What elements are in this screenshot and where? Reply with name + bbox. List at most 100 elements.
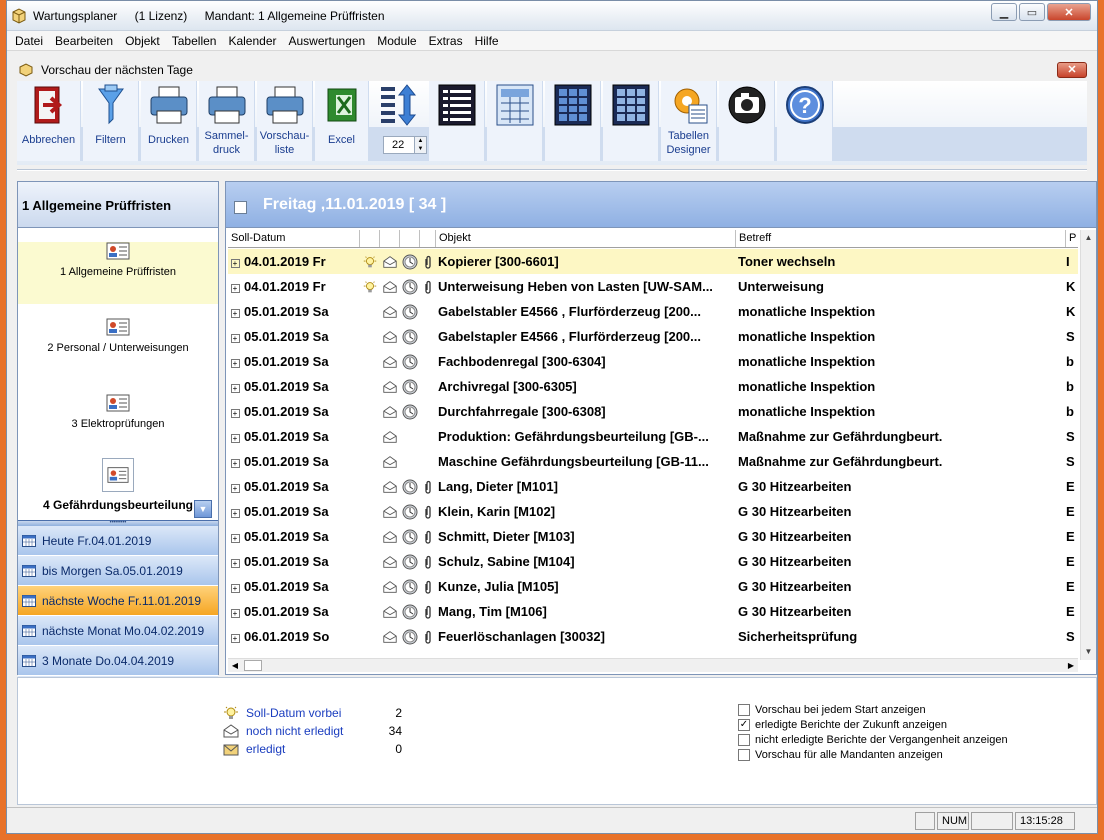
scroll-right-icon[interactable]: ▶ — [1064, 659, 1078, 672]
scroll-thumb[interactable] — [244, 660, 262, 671]
table-row[interactable]: +05.01.2019 Sa Kunze, Julia [M105] G 30 Hi… — [228, 574, 1078, 599]
grid-view-button[interactable] — [487, 81, 543, 161]
option-checkbox[interactable] — [738, 748, 750, 761]
column-header-icon-1[interactable] — [360, 230, 380, 247]
menu-kalender[interactable]: Kalender — [222, 34, 282, 48]
row-expander[interactable]: + — [228, 404, 242, 419]
help-button[interactable]: ? — [777, 81, 833, 161]
table-row-partial[interactable] — [228, 649, 1078, 657]
date-filter-3-monate[interactable]: 3 Monate Do.04.04.2019 — [18, 646, 218, 676]
row-expander[interactable]: + — [228, 429, 242, 444]
scroll-up-icon[interactable]: ▲ — [1081, 230, 1096, 246]
option-item[interactable]: Vorschau für alle Mandanten anzeigen — [738, 747, 1008, 762]
expand-icon[interactable]: + — [230, 384, 240, 393]
vertical-scrollbar[interactable]: ▲ ▼ — [1080, 230, 1096, 660]
column-header-p[interactable]: P — [1066, 230, 1078, 247]
select-all-checkbox[interactable] — [234, 201, 247, 214]
expand-icon[interactable]: + — [230, 484, 240, 493]
row-expander[interactable]: + — [228, 554, 242, 569]
menu-bearbeiten[interactable]: Bearbeiten — [49, 34, 119, 48]
row-expander[interactable]: + — [228, 629, 242, 644]
row-expander[interactable]: + — [228, 279, 242, 294]
option-item[interactable]: nicht erledigte Berichte der Vergangenhe… — [738, 732, 1008, 747]
row-expander[interactable]: + — [228, 579, 242, 594]
vorschauliste-button[interactable]: Vorschau-liste — [257, 81, 313, 161]
days-spinner[interactable]: 22 ▲ ▼ — [383, 136, 427, 154]
table-row[interactable]: +05.01.2019 Sa Produktion: Gefährdungsbeu… — [228, 424, 1078, 449]
filtern-button[interactable]: Filtern — [83, 81, 139, 161]
expand-icon[interactable]: + — [230, 559, 240, 568]
menu-datei[interactable]: Datei — [9, 34, 49, 48]
expand-icon[interactable]: + — [230, 359, 240, 368]
option-checkbox[interactable]: ✓ — [738, 718, 750, 731]
column-header-icon-4[interactable] — [420, 230, 436, 247]
row-expander[interactable]: + — [228, 254, 242, 269]
row-expander[interactable]: + — [228, 329, 242, 344]
column-header-betreff[interactable]: Betreff — [736, 230, 1066, 247]
grid-view-2-button[interactable] — [545, 81, 601, 161]
expand-icon[interactable]: + — [230, 309, 240, 318]
maximize-button[interactable]: ▭ — [1019, 3, 1045, 21]
table-row[interactable]: +05.01.2019 Sa Maschine Gefährdungsbeurte… — [228, 449, 1078, 474]
expand-icon[interactable]: + — [230, 609, 240, 618]
column-header-icon-2[interactable] — [380, 230, 400, 247]
expand-icon[interactable]: + — [230, 509, 240, 518]
expand-icon[interactable]: + — [230, 284, 240, 293]
nav-item-gefaehrdungsbeurteilung[interactable]: 4 Gefährdungsbeurteilung ▼ — [18, 458, 218, 520]
table-row[interactable]: +05.01.2019 Sa Gabelstabler E4566 , Flurf… — [228, 299, 1078, 324]
minimize-button[interactable]: ▁ — [991, 3, 1017, 21]
horizontal-scrollbar[interactable]: ◀ ▶ — [228, 658, 1078, 672]
grid-view-3-button[interactable] — [603, 81, 659, 161]
excel-button[interactable]: Excel — [315, 81, 369, 161]
row-expander[interactable]: + — [228, 504, 242, 519]
column-header-soll-datum[interactable]: Soll-Datum — [228, 230, 360, 247]
list-view-button[interactable] — [429, 81, 485, 161]
row-expander[interactable]: + — [228, 479, 242, 494]
tabellen-designer-button[interactable]: Tabellen Designer — [661, 81, 717, 161]
menu-auswertungen[interactable]: Auswertungen — [283, 34, 372, 48]
sammeldruck-button[interactable]: Sammel-druck — [199, 81, 255, 161]
row-expander[interactable]: + — [228, 379, 242, 394]
date-filter-heute[interactable]: Heute Fr.04.01.2019 — [18, 526, 218, 556]
menu-objekt[interactable]: Objekt — [119, 34, 166, 48]
date-filter-naechste-woche[interactable]: nächste Woche Fr.11.01.2019 — [18, 586, 218, 616]
option-checkbox[interactable] — [738, 733, 750, 746]
table-row[interactable]: +05.01.2019 Sa Schmitt, Dieter [M103] G 30… — [228, 524, 1078, 549]
expand-icon[interactable]: + — [230, 334, 240, 343]
option-item[interactable]: ✓ erledigte Berichte der Zukunft anzeigen — [738, 717, 1008, 732]
option-item[interactable]: Vorschau bei jedem Start anzeigen — [738, 702, 1008, 717]
scroll-down-icon[interactable]: ▼ — [1081, 644, 1096, 660]
screenshot-button[interactable] — [719, 81, 775, 161]
table-row[interactable]: +05.01.2019 Sa Archivregal [300-6305] mona… — [228, 374, 1078, 399]
scroll-left-icon[interactable]: ◀ — [228, 659, 242, 672]
menu-extras[interactable]: Extras — [423, 34, 469, 48]
expand-icon[interactable]: + — [230, 634, 240, 643]
menu-hilfe[interactable]: Hilfe — [469, 34, 505, 48]
nav-item-allgemeine-prueffristen[interactable]: 1 Allgemeine Prüffristen — [18, 242, 218, 304]
expand-icon[interactable]: + — [230, 459, 240, 468]
row-expander[interactable]: + — [228, 529, 242, 544]
table-row[interactable]: +04.01.2019 Fr Kopierer [300-6601] Toner w… — [228, 249, 1078, 274]
expand-icon[interactable]: + — [230, 259, 240, 268]
table-row[interactable]: +05.01.2019 Sa Mang, Tim [M106] G 30 Hitze… — [228, 599, 1078, 624]
nav-item-elektropruefungen[interactable]: 3 Elektroprüfungen — [18, 394, 218, 456]
column-header-icon-3[interactable] — [400, 230, 420, 247]
option-checkbox[interactable] — [738, 703, 750, 716]
drucken-button[interactable]: Drucken — [141, 81, 197, 161]
table-row[interactable]: +05.01.2019 Sa Lang, Dieter [M101] G 30 Hi… — [228, 474, 1078, 499]
spinner-arrows-icon[interactable]: ▲ ▼ — [414, 137, 426, 153]
menu-module[interactable]: Module — [371, 34, 422, 48]
row-expander[interactable]: + — [228, 604, 242, 619]
table-row[interactable]: +06.01.2019 So Feuerlöschanlagen [30032] S… — [228, 624, 1078, 649]
table-row[interactable]: +05.01.2019 Sa Gabelstapler E4566 , Flurf… — [228, 324, 1078, 349]
table-row[interactable]: +05.01.2019 Sa Durchfahrregale [300-6308]… — [228, 399, 1078, 424]
nav-item-personal-unterweisungen[interactable]: 2 Personal / Unterweisungen — [18, 318, 218, 380]
subwindow-close-button[interactable]: ✕ — [1057, 62, 1087, 78]
table-row[interactable]: +05.01.2019 Sa Fachbodenregal [300-6304] m… — [228, 349, 1078, 374]
chevron-down-icon[interactable]: ▼ — [194, 500, 212, 518]
row-expander[interactable]: + — [228, 454, 242, 469]
date-filter-naechste-monat[interactable]: nächste Monat Mo.04.02.2019 — [18, 616, 218, 646]
menu-tabellen[interactable]: Tabellen — [166, 34, 223, 48]
expand-icon[interactable]: + — [230, 534, 240, 543]
table-row[interactable]: +05.01.2019 Sa Schulz, Sabine [M104] G 30 … — [228, 549, 1078, 574]
